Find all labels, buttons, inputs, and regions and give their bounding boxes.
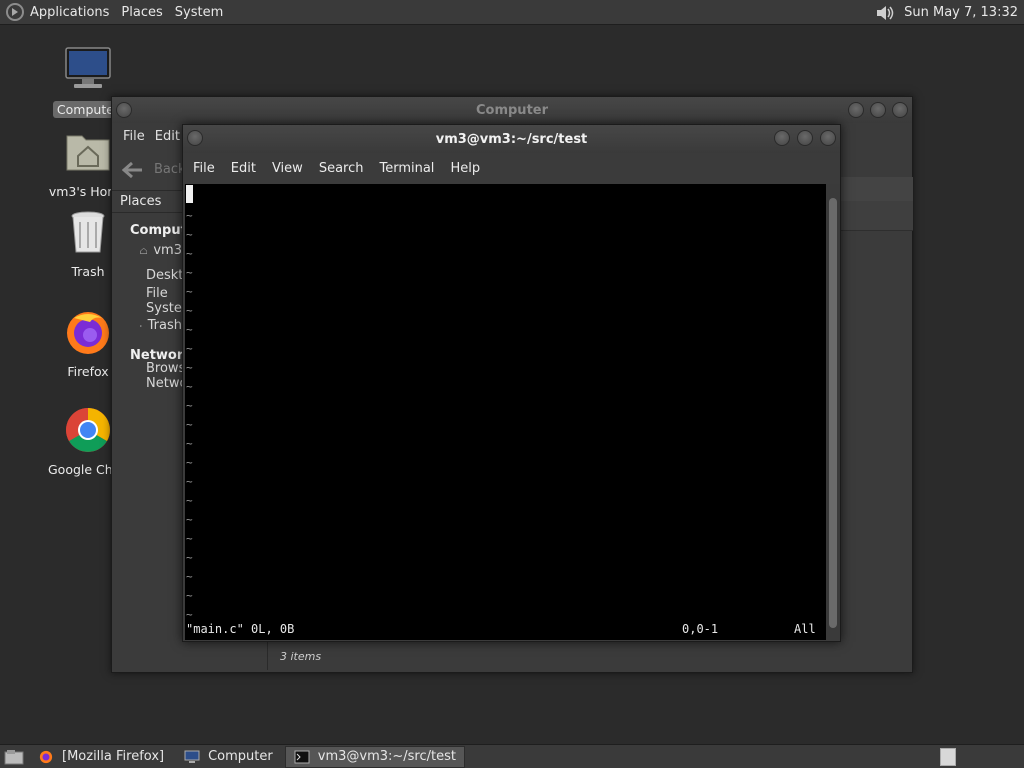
terminal-icon	[294, 750, 310, 763]
vim-empty-line-marker: ~	[186, 342, 193, 355]
applications-menu[interactable]: Applications	[0, 0, 115, 25]
vim-empty-line-marker: ~	[186, 380, 193, 393]
vim-empty-line-marker: ~	[186, 456, 193, 469]
vim-empty-line-marker: ~	[186, 532, 193, 545]
minimize-button[interactable]	[848, 102, 864, 118]
taskbar-item-label: vm3@vm3:~/src/test	[317, 749, 456, 764]
scrollbar-thumb[interactable]	[829, 198, 837, 628]
show-desktop-icon[interactable]	[4, 748, 24, 766]
menu-help[interactable]: Help	[442, 161, 488, 176]
vim-empty-line-marker: ~	[186, 589, 193, 602]
vim-empty-line-marker: ~	[186, 551, 193, 564]
places-header[interactable]: Places	[112, 191, 182, 213]
sidebar-item-desktop[interactable]: Desktop	[112, 263, 200, 288]
vim-empty-line-marker: ~	[186, 361, 193, 374]
distro-logo-icon	[6, 3, 24, 21]
trash-icon	[140, 324, 142, 327]
desktop-icon-label: Trash	[71, 264, 105, 279]
menu-edit[interactable]: Edit	[150, 129, 185, 144]
sidebar-item-label: vm3	[153, 243, 182, 258]
vim-empty-line-marker: ~	[186, 475, 193, 488]
close-button[interactable]	[820, 130, 836, 146]
vim-empty-line-marker: ~	[186, 285, 193, 298]
terminal-title-bar[interactable]: vm3@vm3:~/src/test	[183, 125, 840, 153]
menu-file[interactable]: File	[185, 161, 223, 176]
file-manager-title-bar[interactable]: Computer	[112, 97, 912, 123]
chrome-icon	[66, 408, 110, 452]
workspace-switcher[interactable]	[940, 748, 956, 766]
terminal-title: vm3@vm3:~/src/test	[435, 131, 588, 147]
text-cursor	[186, 185, 193, 203]
menu-edit[interactable]: Edit	[223, 161, 264, 176]
vim-empty-line-marker: ~	[186, 266, 193, 279]
path-bar	[841, 201, 913, 231]
sidebar-item-browse-network[interactable]: Browse Network	[112, 361, 200, 391]
terminal-text-area[interactable]: "main.c" 0L, 0B 0,0-1 All ~ ~ ~ ~ ~ ~ ~ ~ ~ ~ ~ ~ ~ ~…	[185, 184, 826, 640]
taskbar-item-label: Computer	[208, 749, 273, 764]
menu-terminal[interactable]: Terminal	[371, 161, 442, 176]
vim-empty-line-marker: ~	[186, 209, 193, 222]
trash-icon	[71, 211, 105, 253]
home-folder-icon	[66, 135, 110, 171]
vim-file-info: "main.c" 0L, 0B	[186, 622, 295, 636]
sidebar-item-filesystem[interactable]: File System	[112, 286, 194, 316]
home-icon	[140, 247, 148, 254]
terminal-scrollbar[interactable]	[826, 184, 840, 640]
terminal-menubar: File Edit View Search Terminal Help	[183, 153, 840, 183]
system-menu[interactable]: System	[169, 0, 229, 25]
menu-view[interactable]: View	[264, 161, 311, 176]
vim-scroll-position: All	[794, 622, 816, 636]
vim-empty-line-marker: ~	[186, 247, 193, 260]
volume-icon[interactable]	[874, 2, 896, 24]
computer-icon	[65, 47, 111, 88]
vim-empty-line-marker: ~	[186, 228, 193, 241]
vim-empty-line-marker: ~	[186, 570, 193, 583]
window-menu-button[interactable]	[116, 102, 132, 118]
vim-cursor-position: 0,0-1	[682, 622, 719, 636]
top-panel: Applications Places System Sun May 7, 13…	[0, 0, 1024, 25]
clock[interactable]: Sun May 7, 13:32	[904, 5, 1024, 20]
vim-empty-line-marker: ~	[186, 608, 193, 621]
vim-empty-line-marker: ~	[186, 323, 193, 336]
taskbar-item-firefox[interactable]: [Mozilla Firefox]	[30, 746, 172, 768]
terminal-window[interactable]: vm3@vm3:~/src/test File Edit View Search…	[182, 124, 841, 642]
file-manager-title: Computer	[475, 102, 549, 118]
vim-empty-line-marker: ~	[186, 513, 193, 526]
back-button[interactable]: Back	[154, 162, 186, 177]
minimize-button[interactable]	[774, 130, 790, 146]
places-sidebar: Places Computer vm3 Desktop File System …	[112, 191, 203, 671]
sidebar-item-home[interactable]: vm3	[112, 238, 182, 263]
desktop-icon-label: Firefox	[67, 364, 109, 379]
location-bar	[841, 177, 913, 201]
computer-icon	[184, 750, 200, 763]
applications-menu-label: Applications	[30, 4, 110, 20]
vim-empty-line-marker: ~	[186, 494, 193, 507]
taskbar-item-label: [Mozilla Firefox]	[62, 749, 165, 764]
firefox-icon	[67, 312, 109, 354]
firefox-icon	[39, 750, 53, 763]
vim-empty-line-marker: ~	[186, 399, 193, 412]
maximize-button[interactable]	[797, 130, 813, 146]
vim-empty-line-marker: ~	[186, 304, 193, 317]
places-menu[interactable]: Places	[115, 0, 168, 25]
taskbar-item-computer[interactable]: Computer	[176, 746, 281, 768]
vim-empty-line-marker: ~	[186, 418, 193, 431]
window-menu-button[interactable]	[187, 130, 203, 146]
menu-search[interactable]: Search	[311, 161, 372, 176]
bottom-panel: [Mozilla Firefox] Computer vm3@vm3:~/src…	[0, 744, 1024, 768]
close-button[interactable]	[892, 102, 908, 118]
sidebar-item-trash[interactable]: Trash	[112, 313, 182, 338]
vim-empty-line-marker: ~	[186, 437, 193, 450]
taskbar-item-terminal[interactable]: vm3@vm3:~/src/test	[284, 745, 465, 768]
status-bar: 3 items	[267, 642, 912, 670]
back-arrow-icon[interactable]	[122, 161, 144, 179]
vim-status-line: "main.c" 0L, 0B 0,0-1 All	[185, 621, 826, 640]
maximize-button[interactable]	[870, 102, 886, 118]
sidebar-section-computer: Computer	[130, 223, 203, 238]
sidebar-item-label: Trash	[147, 318, 182, 333]
menu-file[interactable]: File	[118, 129, 150, 144]
